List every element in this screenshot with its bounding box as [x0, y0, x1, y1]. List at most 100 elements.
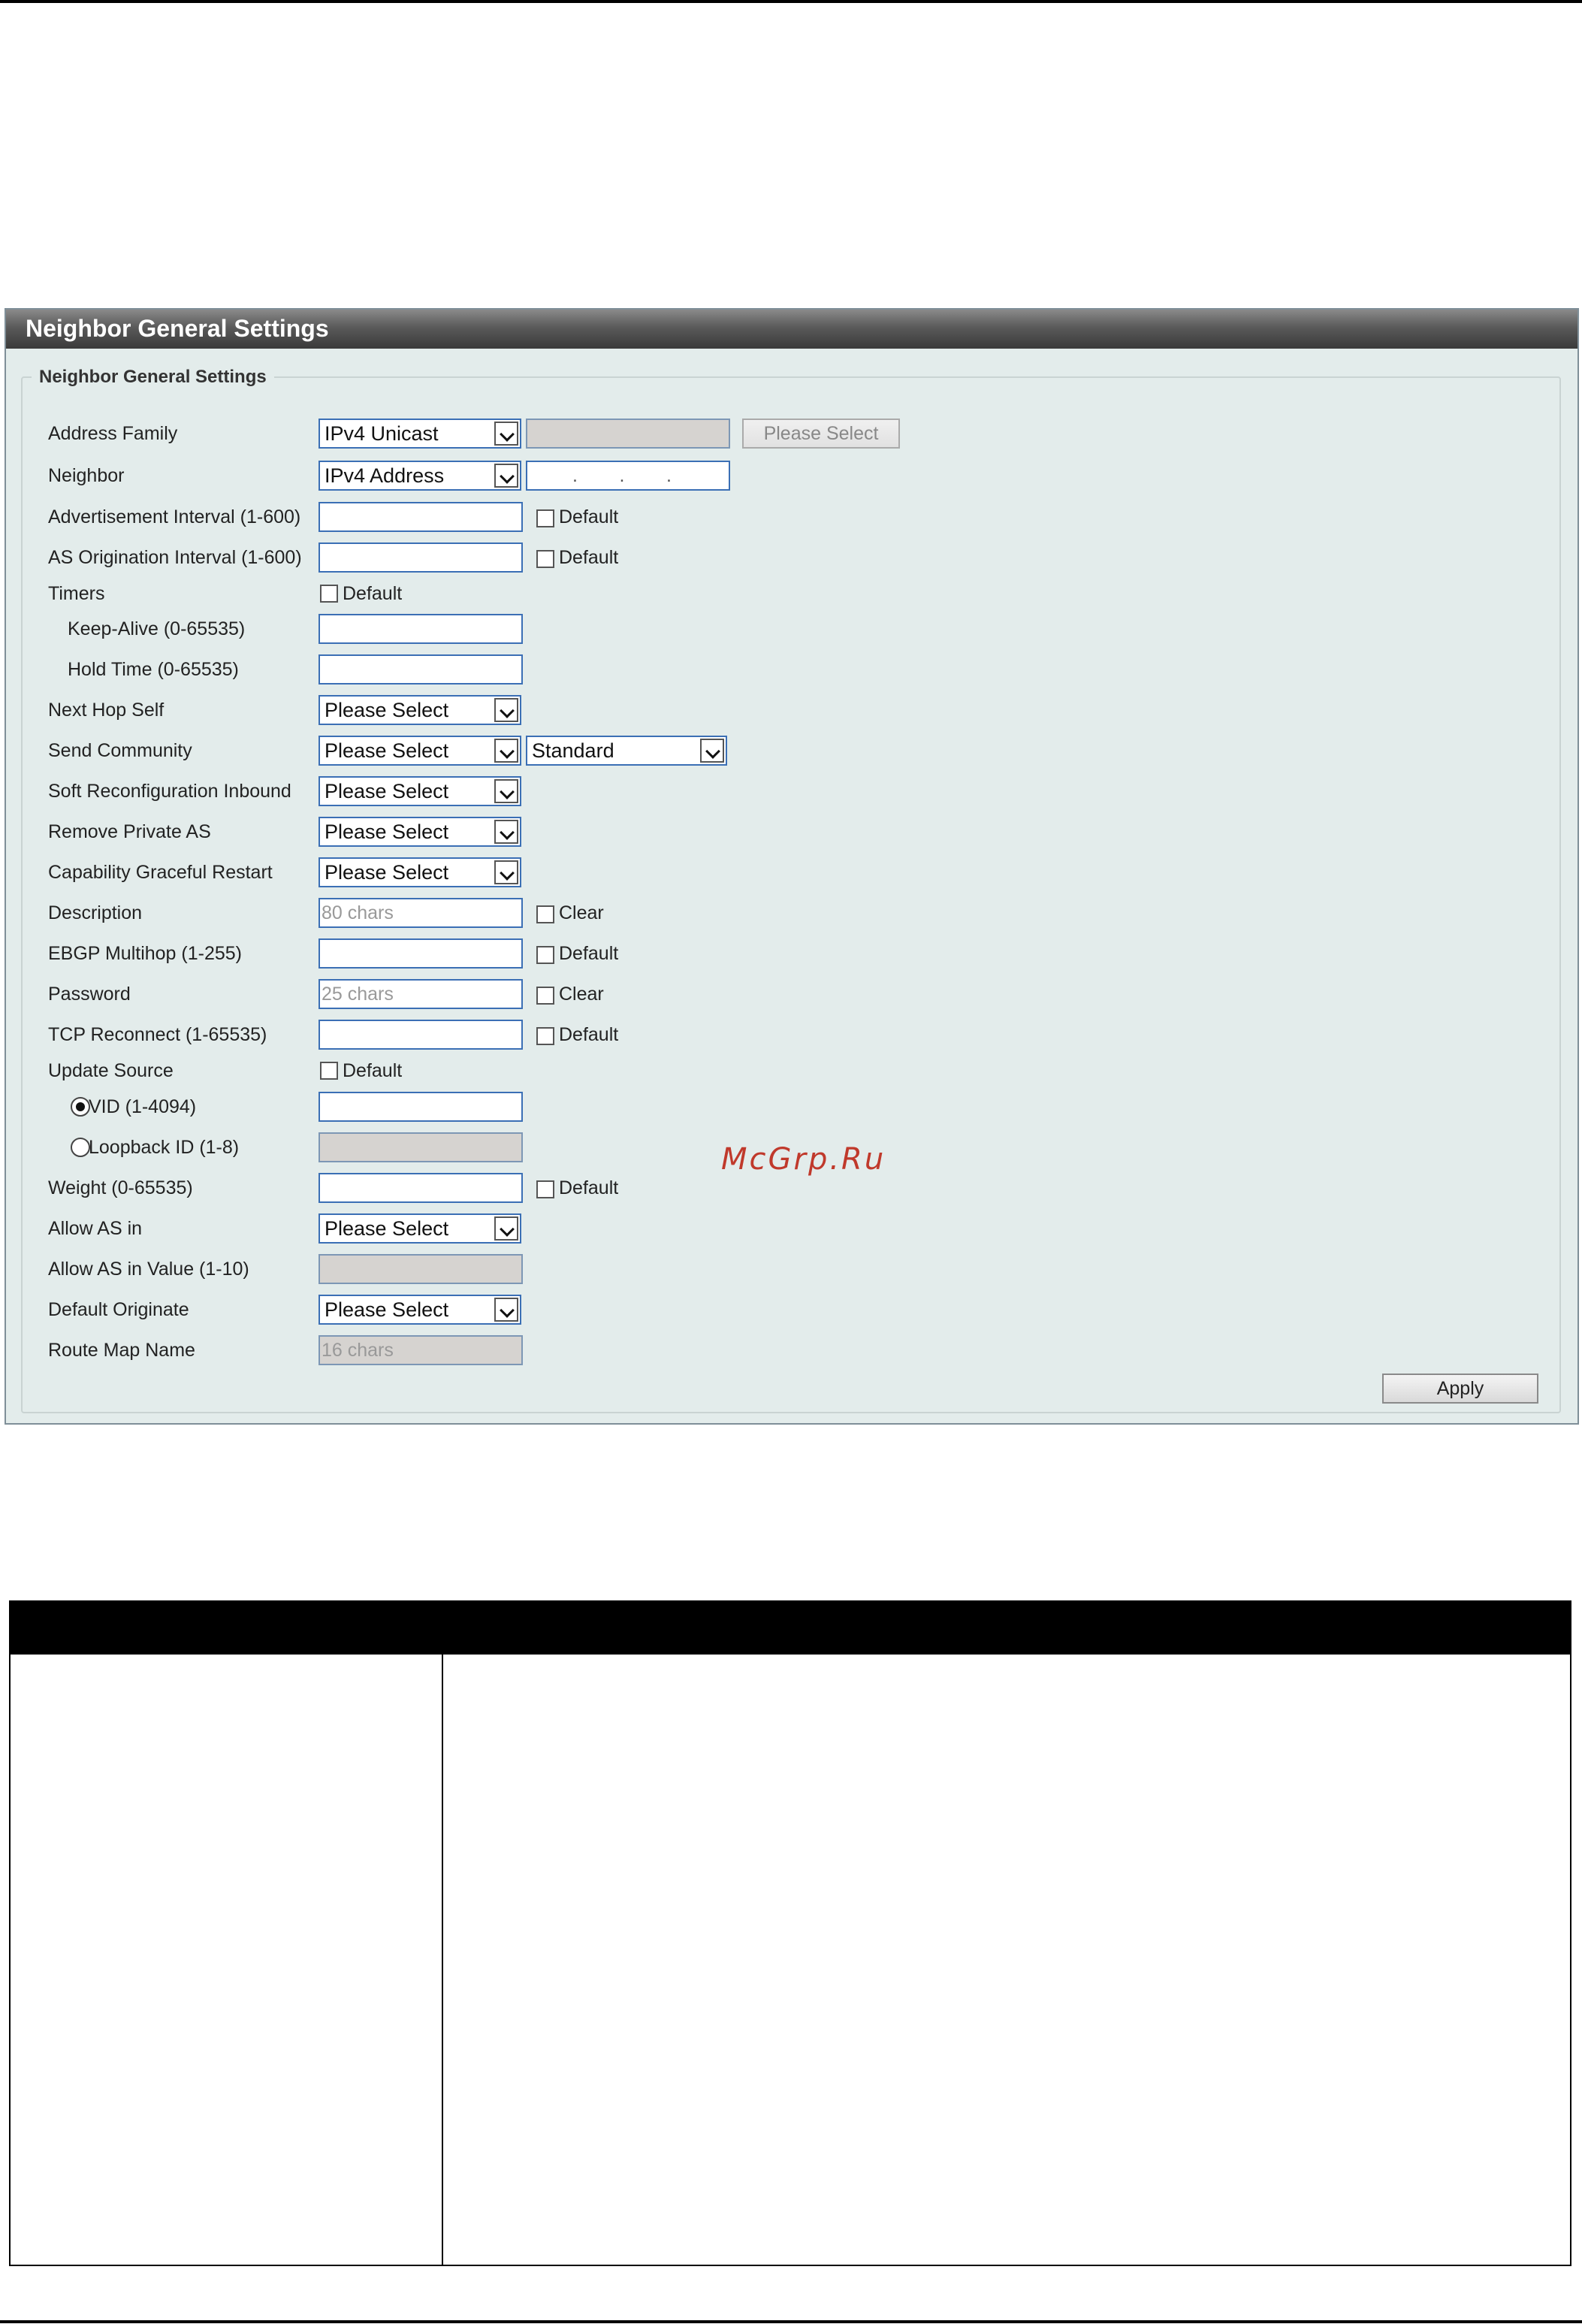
route-map-name-label: Route Map Name [48, 1340, 195, 1361]
please-select-button[interactable]: Please Select [742, 419, 900, 449]
description-clear-checkbox[interactable] [536, 905, 554, 923]
loopback-id-radio[interactable] [71, 1138, 90, 1157]
neighbor-type-select[interactable]: IPv4 Address [319, 461, 521, 491]
placeholder-text: 80 chars [322, 902, 394, 923]
row-route-map-name: Route Map Name 16 chars [6, 1334, 1576, 1367]
chevron-down-icon [494, 1216, 518, 1241]
ip-dots: . . . [572, 465, 672, 486]
checkbox-label: Default [559, 943, 619, 964]
loopback-id-input [319, 1132, 523, 1162]
panel-title: Neighbor General Settings [6, 310, 1577, 349]
chevron-down-icon [494, 464, 518, 488]
loopback-id-label: Loopback ID (1-8) [89, 1137, 240, 1158]
route-map-name-input: 16 chars [319, 1335, 523, 1365]
as-origination-interval-input[interactable] [319, 542, 523, 573]
next-hop-self-label: Next Hop Self [48, 700, 165, 721]
row-neighbor: Neighbor IPv4 Address . . . [6, 459, 1576, 492]
tcp-reconnect-label: TCP Reconnect (1-65535) [48, 1024, 267, 1045]
chevron-down-icon [494, 698, 518, 722]
send-community-select[interactable]: Please Select [319, 736, 521, 766]
timers-label: Timers [48, 583, 105, 604]
checkbox-label: Default [559, 547, 619, 568]
description-input[interactable]: 80 chars [319, 898, 523, 928]
chevron-down-icon [494, 1298, 518, 1322]
neighbor-general-settings-panel: Neighbor General Settings Neighbor Gener… [5, 308, 1579, 1425]
allow-as-in-select[interactable]: Please Select [319, 1213, 521, 1244]
row-allow-as-in: Allow AS in Please Select [6, 1212, 1576, 1245]
select-value: Please Select [325, 780, 449, 802]
chevron-down-icon [494, 820, 518, 844]
apply-button[interactable]: Apply [1382, 1374, 1538, 1404]
hold-time-label: Hold Time (0-65535) [68, 659, 239, 680]
weight-input[interactable] [319, 1173, 523, 1203]
checkbox-label: Clear [559, 902, 604, 923]
timers-default-checkbox[interactable] [320, 585, 338, 603]
chevron-down-icon [494, 739, 518, 763]
password-clear-checkbox[interactable] [536, 987, 554, 1005]
address-family-vrf-field [526, 419, 730, 449]
update-source-default-checkbox[interactable] [320, 1062, 338, 1080]
vid-radio[interactable] [71, 1097, 90, 1117]
allow-as-in-value-label: Allow AS in Value (1-10) [48, 1259, 249, 1280]
chevron-down-icon [494, 422, 518, 446]
send-community-label: Send Community [48, 740, 192, 761]
weight-default-checkbox[interactable] [536, 1180, 554, 1198]
placeholder-text: 16 chars [322, 1340, 394, 1361]
as-origination-interval-label: AS Origination Interval (1-600) [48, 547, 302, 568]
row-password: Password 25 chars Clear [6, 978, 1576, 1011]
keep-alive-input[interactable] [319, 614, 523, 644]
row-allow-as-in-value: Allow AS in Value (1-10) [6, 1253, 1576, 1286]
remove-private-as-select[interactable]: Please Select [319, 817, 521, 847]
advertisement-interval-label: Advertisement Interval (1-600) [48, 506, 301, 527]
send-community-type-select[interactable]: Standard [526, 736, 727, 766]
chevron-down-icon [494, 779, 518, 803]
vid-label: VID (1-4094) [89, 1096, 197, 1117]
hold-time-input[interactable] [319, 654, 523, 685]
checkbox-label: Default [559, 1024, 619, 1045]
row-update-source: Update Source Default [6, 1054, 1576, 1087]
password-input[interactable]: 25 chars [319, 979, 523, 1009]
address-family-select[interactable]: IPv4 Unicast [319, 419, 521, 449]
watermark-text: McGrp.Ru [721, 1142, 886, 1177]
table-column-divider [442, 1655, 443, 2265]
placeholder-text: 25 chars [322, 984, 394, 1005]
soft-reconfiguration-select[interactable]: Please Select [319, 776, 521, 806]
description-label: Description [48, 902, 143, 923]
default-originate-select[interactable]: Please Select [319, 1295, 521, 1325]
update-source-label: Update Source [48, 1060, 174, 1081]
advertisement-interval-input[interactable] [319, 502, 523, 532]
checkbox-label: Default [343, 583, 403, 604]
fieldset-legend: Neighbor General Settings [32, 366, 274, 388]
neighbor-label: Neighbor [48, 465, 125, 486]
checkbox-label: Default [559, 1177, 619, 1198]
row-vid: VID (1-4094) [6, 1090, 1576, 1123]
select-value: Please Select [325, 699, 449, 721]
tcp-reconnect-default-checkbox[interactable] [536, 1027, 554, 1045]
select-value: Please Select [325, 1298, 449, 1321]
row-as-origination-interval: AS Origination Interval (1-600) Default [6, 541, 1576, 574]
table-header [9, 1600, 1571, 1655]
row-default-originate: Default Originate Please Select [6, 1293, 1576, 1326]
allow-as-in-label: Allow AS in [48, 1218, 143, 1239]
row-advertisement-interval: Advertisement Interval (1-600) Default [6, 500, 1576, 533]
select-value: Please Select [325, 739, 449, 762]
select-value: Please Select [325, 821, 449, 843]
capability-graceful-restart-select[interactable]: Please Select [319, 857, 521, 887]
row-keep-alive: Keep-Alive (0-65535) [6, 612, 1576, 645]
ebgp-multihop-input[interactable] [319, 938, 523, 969]
capability-graceful-restart-label: Capability Graceful Restart [48, 862, 273, 883]
neighbor-ip-input[interactable]: . . . [526, 461, 730, 491]
ebgp-multihop-default-checkbox[interactable] [536, 946, 554, 964]
remove-private-as-label: Remove Private AS [48, 821, 211, 842]
tcp-reconnect-input[interactable] [319, 1020, 523, 1050]
row-address-family: Address Family IPv4 Unicast Please Selec… [6, 417, 1576, 450]
as-origination-default-checkbox[interactable] [536, 550, 554, 568]
advertisement-interval-default-checkbox[interactable] [536, 509, 554, 527]
ebgp-multihop-label: EBGP Multihop (1-255) [48, 943, 242, 964]
select-value: Please Select [325, 861, 449, 884]
vid-input[interactable] [319, 1092, 523, 1122]
password-label: Password [48, 984, 131, 1005]
row-hold-time: Hold Time (0-65535) [6, 653, 1576, 686]
next-hop-self-select[interactable]: Please Select [319, 695, 521, 725]
row-timers: Timers Default [6, 577, 1576, 610]
